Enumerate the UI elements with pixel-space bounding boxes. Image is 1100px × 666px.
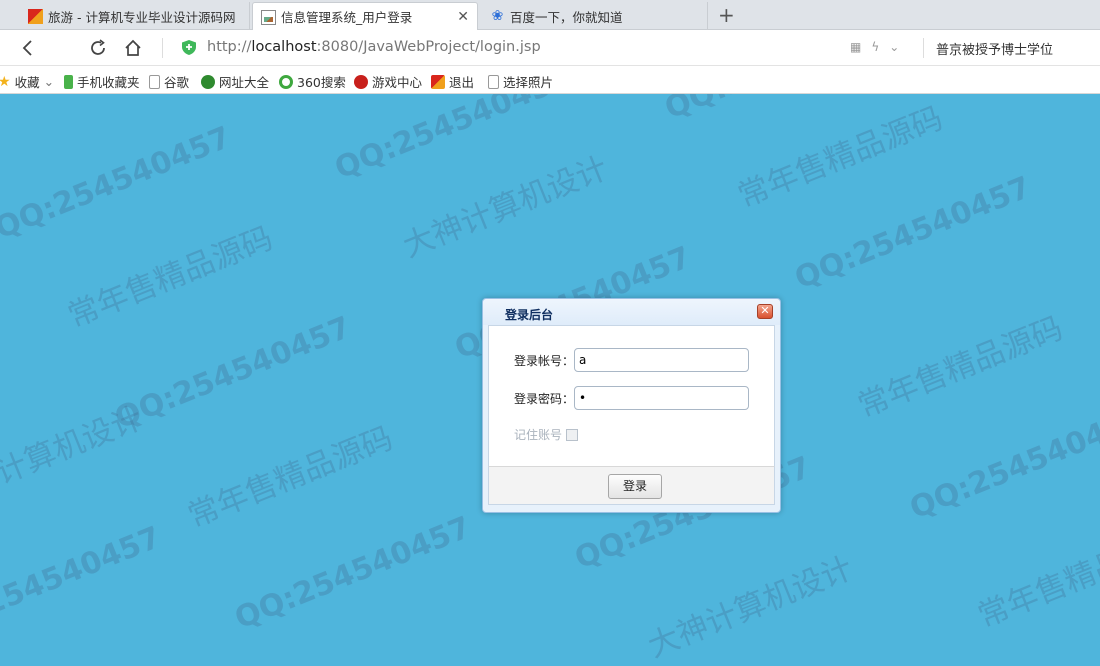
url-host: localhost xyxy=(251,39,317,55)
watermark: 常年售精品源码 xyxy=(852,310,1068,425)
url-prefix: http:// xyxy=(207,39,252,55)
bookmark-favorites[interactable]: ★ 收藏 ⌄ xyxy=(0,72,54,91)
bookmark-label: 网址大全 xyxy=(219,75,270,90)
bookmark-choose-photo[interactable]: 选择照片 xyxy=(488,72,553,91)
watermark: QQ:254540457 xyxy=(660,94,906,126)
close-icon[interactable]: ✕ xyxy=(757,304,773,319)
remember-row: 记住账号 xyxy=(514,426,579,443)
watermark: QQ:254540457 xyxy=(330,94,576,187)
remember-checkbox[interactable] xyxy=(566,428,579,441)
bookmark-mobile-favorites[interactable]: 手机收藏夹 xyxy=(64,72,140,91)
bookmark-label: 收藏 xyxy=(14,75,40,90)
back-arrow-icon xyxy=(22,40,32,56)
search-suggestion[interactable]: 普京被授予博士学位 xyxy=(936,39,1053,58)
reload-button[interactable] xyxy=(86,36,110,60)
password-row: 登录密码： xyxy=(514,386,749,410)
home-button[interactable] xyxy=(121,36,145,60)
watermark: 常年售精品源码 xyxy=(732,100,948,215)
dialog-title-bar[interactable]: 登录后台 ✕ xyxy=(483,299,780,325)
bookmark-label: 退出 xyxy=(449,75,475,90)
watermark: QQ:254540457 xyxy=(790,170,1036,297)
new-tab-button[interactable]: + xyxy=(718,4,735,26)
bookmark-label: 360搜索 xyxy=(297,75,346,90)
exit-icon xyxy=(431,74,445,89)
watermark: 大神计算机设计 xyxy=(0,400,148,515)
chevron-down-icon[interactable]: ⌄ xyxy=(889,40,899,54)
tab-baidu[interactable]: ❀ 百度一下，你就知道 xyxy=(482,2,708,30)
home-icon xyxy=(125,39,141,56)
bookmark-game-center[interactable]: 游戏中心 xyxy=(354,72,422,91)
game-icon xyxy=(354,74,368,89)
watermark: 大神计算机设计 xyxy=(642,550,858,665)
bookmark-site-directory[interactable]: 网址大全 xyxy=(201,72,269,91)
login-button[interactable]: 登录 xyxy=(608,474,662,499)
watermark: 常年售精品源码 xyxy=(182,420,398,535)
bookmark-google[interactable]: 谷歌 xyxy=(149,72,189,91)
watermark: 常年售精品源码 xyxy=(62,220,278,335)
tab-label: 百度一下，你就知道 xyxy=(510,9,623,25)
reload-icon xyxy=(91,39,105,55)
site-favicon-icon xyxy=(28,9,43,24)
watermark: QQ:254540457 xyxy=(905,400,1100,527)
baidu-paw-icon: ❀ xyxy=(491,8,504,24)
divider xyxy=(162,38,163,58)
360-icon xyxy=(279,74,293,89)
watermark: 大神计算机设计 xyxy=(397,150,613,265)
phone-icon xyxy=(64,74,73,89)
bookmark-label: 游戏中心 xyxy=(372,75,423,90)
password-label: 登录密码： xyxy=(514,391,575,406)
navigation-bar: http://localhost:8080/JavaWebProject/log… xyxy=(0,30,1100,66)
divider xyxy=(923,38,924,58)
login-dialog: 登录后台 ✕ 登录帐号： 登录密码： 记住账号 登录 xyxy=(482,298,781,513)
bookmark-label: 手机收藏夹 xyxy=(77,75,140,90)
dialog-footer: 登录 xyxy=(488,466,775,505)
dialog-title: 登录后台 xyxy=(505,308,554,322)
close-tab-icon[interactable]: ✕ xyxy=(457,10,469,24)
tab-strip: 旅游 - 计算机专业毕业设计源码网 信息管理系统_用户登录 ✕ ❀ 百度一下，你… xyxy=(0,0,1100,30)
tab-login-active[interactable]: 信息管理系统_用户登录 ✕ xyxy=(252,2,478,30)
qr-code-icon[interactable]: ▦ xyxy=(850,40,861,54)
bookmarks-bar: ★ 收藏 ⌄ 手机收藏夹 谷歌 网址大全 360搜索 游戏中心 退出 选择照片 xyxy=(0,66,1100,94)
tab-label: 旅游 - 计算机专业毕业设计源码网 xyxy=(48,9,236,25)
address-actions: ▦ ϟ ⌄ xyxy=(850,40,899,54)
watermark: QQ:254540457 xyxy=(110,310,356,437)
page-icon xyxy=(149,74,160,89)
watermark: QQ:254540457 xyxy=(230,510,476,637)
dialog-body: 登录帐号： 登录密码： 记住账号 xyxy=(488,325,775,466)
back-button[interactable] xyxy=(16,36,40,60)
bookmark-360-search[interactable]: 360搜索 xyxy=(279,72,346,91)
lightning-icon[interactable]: ϟ xyxy=(871,40,879,54)
security-shield-icon xyxy=(182,40,196,55)
tab-label: 信息管理系统_用户登录 xyxy=(281,10,413,25)
watermark: QQ:254540457 xyxy=(0,120,236,247)
watermark: 常年售精品源码 xyxy=(972,520,1100,635)
password-input[interactable] xyxy=(574,386,749,410)
remember-label: 记住账号 xyxy=(514,428,563,442)
account-label: 登录帐号： xyxy=(514,353,575,368)
address-input[interactable]: http://localhost:8080/JavaWebProject/log… xyxy=(207,39,541,55)
tab-travel[interactable]: 旅游 - 计算机专业毕业设计源码网 xyxy=(20,2,250,30)
account-row: 登录帐号： xyxy=(514,348,749,372)
image-favicon-icon xyxy=(261,10,276,25)
chevron-down-icon: ⌄ xyxy=(43,74,55,89)
bookmark-exit[interactable]: 退出 xyxy=(431,72,474,91)
account-input[interactable] xyxy=(574,348,749,372)
watermark: QQ:254540457 xyxy=(0,520,166,647)
nav-icon xyxy=(201,74,215,89)
bookmark-label: 谷歌 xyxy=(164,75,190,90)
page-icon xyxy=(488,74,499,89)
bookmark-label: 选择照片 xyxy=(503,75,554,90)
star-icon: ★ xyxy=(0,73,11,90)
url-path: :8080/JavaWebProject/login.jsp xyxy=(316,39,541,55)
